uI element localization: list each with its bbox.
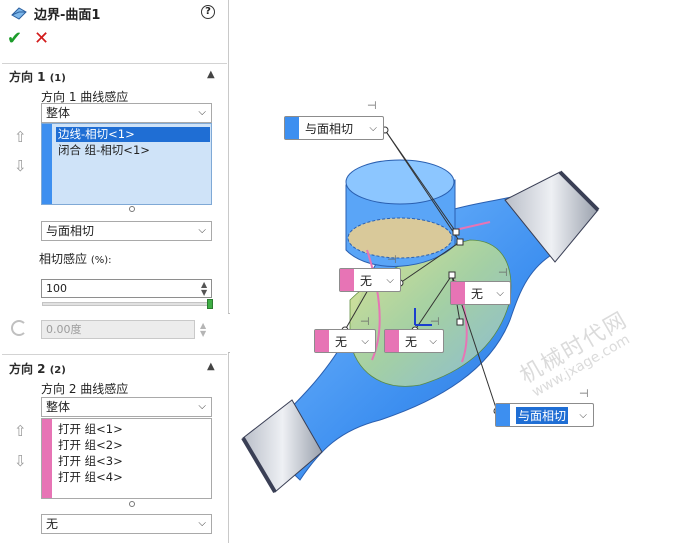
move-up-icon[interactable]: ⇧	[14, 128, 27, 146]
move-up-icon[interactable]: ⇧	[14, 422, 27, 440]
direction2-curve-value: 整体	[46, 400, 71, 414]
list-item[interactable]: 边线-相切<1>	[56, 127, 210, 142]
pin-icon[interactable]: ⊣	[367, 99, 377, 112]
pin-icon[interactable]: ⊣	[387, 253, 397, 266]
callout-bottom-mid[interactable]: 无 ⌵	[384, 329, 444, 353]
callout-bottom-right[interactable]: 与面相切 ⌵	[495, 403, 594, 427]
direction1-curve-select[interactable]: 整体 ⌵	[41, 103, 212, 123]
callout-value: 无	[405, 334, 418, 349]
pin-icon[interactable]: ⊣	[579, 387, 589, 400]
direction1-header[interactable]: 方向 1 (1)	[9, 68, 66, 85]
direction2-curve-label: 方向 2 曲线感应	[41, 382, 129, 396]
tangency-influence-label: 相切感应 (%):	[39, 250, 112, 267]
property-manager: 边界-曲面1 ? ✔ ✕ 方向 1 (1) ▲ 方向 1 曲线感应 整体 ⌵ ⇧…	[0, 0, 229, 543]
angle-input: 0.00度	[41, 320, 195, 339]
help-icon[interactable]: ?	[201, 5, 215, 19]
graphics-area[interactable]: 与面相切 ⌵ ⊣ 无 ⌵ ⊣ 无 ⌵ ⊣ 无 ⌵ ⊣ 无 ⌵ ⊣ 与面相切 ⌵ …	[230, 0, 700, 543]
chevron-down-icon: ⌵	[579, 409, 587, 421]
boundary-surface-icon	[11, 7, 27, 20]
spin-down-icon[interactable]: ▼	[201, 289, 207, 297]
direction2-header[interactable]: 方向 2 (2)	[9, 360, 66, 377]
divider	[2, 63, 227, 64]
direction2-curve-select[interactable]: 整体 ⌵	[41, 397, 212, 417]
chevron-down-icon: ⌵	[361, 335, 369, 347]
direction1-tangency-select[interactable]: 与面相切 ⌵	[41, 221, 212, 241]
direction2-tangency-value: 无	[46, 517, 59, 531]
rotate-icon	[11, 320, 27, 336]
color-swatch	[285, 117, 299, 139]
slider-handle[interactable]	[207, 299, 213, 309]
angle-value: 0.00度	[46, 323, 82, 336]
resize-handle[interactable]	[129, 206, 135, 212]
pin-icon[interactable]: ⊣	[360, 315, 370, 328]
callout-top[interactable]: 与面相切 ⌵	[284, 116, 384, 140]
direction1-count: (1)	[49, 73, 66, 84]
resize-handle[interactable]	[129, 501, 135, 507]
direction2-curves-list[interactable]: 打开 组<1> 打开 组<2> 打开 组<3> 打开 组<4>	[41, 418, 212, 499]
chevron-down-icon: ⌵	[429, 335, 437, 347]
pin-icon[interactable]: ⊣	[498, 266, 508, 279]
callout-mid-right[interactable]: 无 ⌵	[450, 281, 511, 305]
callout-value: 无	[471, 286, 484, 301]
cancel-button[interactable]: ✕	[34, 29, 49, 49]
chevron-down-icon: ⌵	[198, 518, 206, 529]
chevron-down-icon: ⌵	[198, 225, 206, 236]
pin-icon[interactable]: ⊣	[430, 315, 440, 328]
callout-value: 与面相切	[516, 406, 569, 424]
divider	[2, 354, 227, 355]
collapse-direction1-icon[interactable]: ▲	[207, 69, 215, 80]
color-swatch	[315, 330, 329, 352]
tangency-influence-unit: (%):	[90, 255, 112, 266]
move-down-icon[interactable]: ⇩	[14, 157, 27, 175]
direction1-tangency-value: 与面相切	[46, 224, 95, 238]
list-item[interactable]: 打开 组<3>	[56, 454, 125, 469]
feature-title: 边界-曲面1	[34, 7, 101, 23]
move-down-icon[interactable]: ⇩	[14, 452, 27, 470]
chevron-down-icon: ⌵	[198, 401, 206, 412]
list-item[interactable]: 闭合 组-相切<1>	[56, 143, 152, 158]
direction2-color-strip	[42, 419, 52, 498]
color-swatch	[340, 269, 354, 291]
tangency-influence-value: 100	[46, 282, 67, 295]
tangency-influence-input[interactable]: 100	[41, 279, 212, 298]
tangency-influence-slider[interactable]	[42, 302, 210, 306]
tangency-influence-text: 相切感应	[39, 252, 88, 266]
direction1-color-strip	[42, 124, 52, 204]
list-item[interactable]: 打开 组<2>	[56, 438, 125, 453]
callout-mid-left[interactable]: 无 ⌵	[339, 268, 401, 292]
direction2-count: (2)	[49, 365, 66, 376]
collapse-direction2-icon[interactable]: ▲	[207, 361, 215, 372]
direction1-title: 方向 1	[9, 70, 46, 84]
boundary-surface-model	[241, 126, 600, 494]
color-swatch	[385, 330, 399, 352]
ok-button[interactable]: ✔	[7, 29, 22, 49]
direction1-curve-value: 整体	[46, 106, 71, 120]
chevron-down-icon: ⌵	[496, 287, 504, 299]
chevron-down-icon: ⌵	[369, 122, 377, 134]
callout-value: 无	[360, 273, 373, 288]
chevron-down-icon: ⌵	[386, 274, 394, 286]
chevron-down-icon: ⌵	[198, 107, 206, 118]
direction2-tangency-select[interactable]: 无 ⌵	[41, 514, 212, 534]
list-item[interactable]: 打开 组<4>	[56, 470, 125, 485]
direction2-title: 方向 2	[9, 362, 46, 376]
color-swatch	[496, 404, 510, 426]
color-swatch	[451, 282, 465, 304]
direction1-curves-list[interactable]: 边线-相切<1> 闭合 组-相切<1>	[41, 123, 212, 205]
feature-header: 边界-曲面1	[10, 3, 100, 23]
spin-down-icon: ▼	[200, 329, 207, 338]
callout-value: 与面相切	[305, 121, 354, 136]
callout-bottom-left[interactable]: 无 ⌵	[314, 329, 376, 353]
list-item[interactable]: 打开 组<1>	[56, 422, 125, 437]
callout-value: 无	[335, 334, 348, 349]
